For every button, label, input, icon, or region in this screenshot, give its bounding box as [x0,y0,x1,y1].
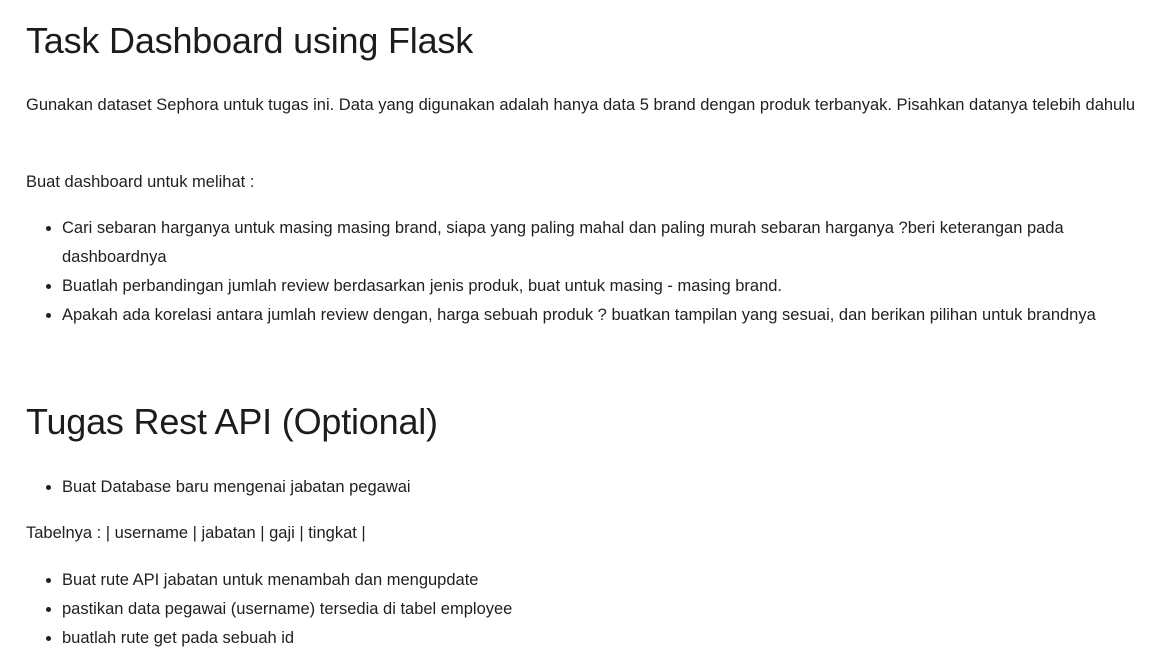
dashboard-task-list: Cari sebaran harganya untuk masing masin… [26,214,1153,330]
dashboard-lead-paragraph: Buat dashboard untuk melihat : [26,173,255,191]
api-route-task-list: Buat rute API jabatan untuk menambah dan… [26,566,1153,653]
list-item: Cari sebaran harganya untuk masing masin… [62,214,1153,272]
document: Task Dashboard using Flask Gunakan datas… [0,0,1173,671]
heading-rest-api: Tugas Rest API (Optional) [26,401,438,442]
table-columns-paragraph: Tabelnya : | username | jabatan | gaji |… [26,524,366,542]
intro-paragraph: Gunakan dataset Sephora untuk tugas ini.… [26,96,1136,114]
database-task-list: Buat Database baru mengenai jabatan pega… [26,473,1153,502]
list-item: buatlah rute get pada sebuah id [62,624,1153,653]
list-item: Buat rute API jabatan untuk menambah dan… [62,566,1153,595]
list-item: Buat Database baru mengenai jabatan pega… [62,473,1153,502]
heading-task-dashboard: Task Dashboard using Flask [26,20,474,61]
list-item: Buatlah perbandingan jumlah review berda… [62,272,1153,301]
list-item: Apakah ada korelasi antara jumlah review… [62,301,1153,330]
list-item: pastikan data pegawai (username) tersedi… [62,595,1153,624]
